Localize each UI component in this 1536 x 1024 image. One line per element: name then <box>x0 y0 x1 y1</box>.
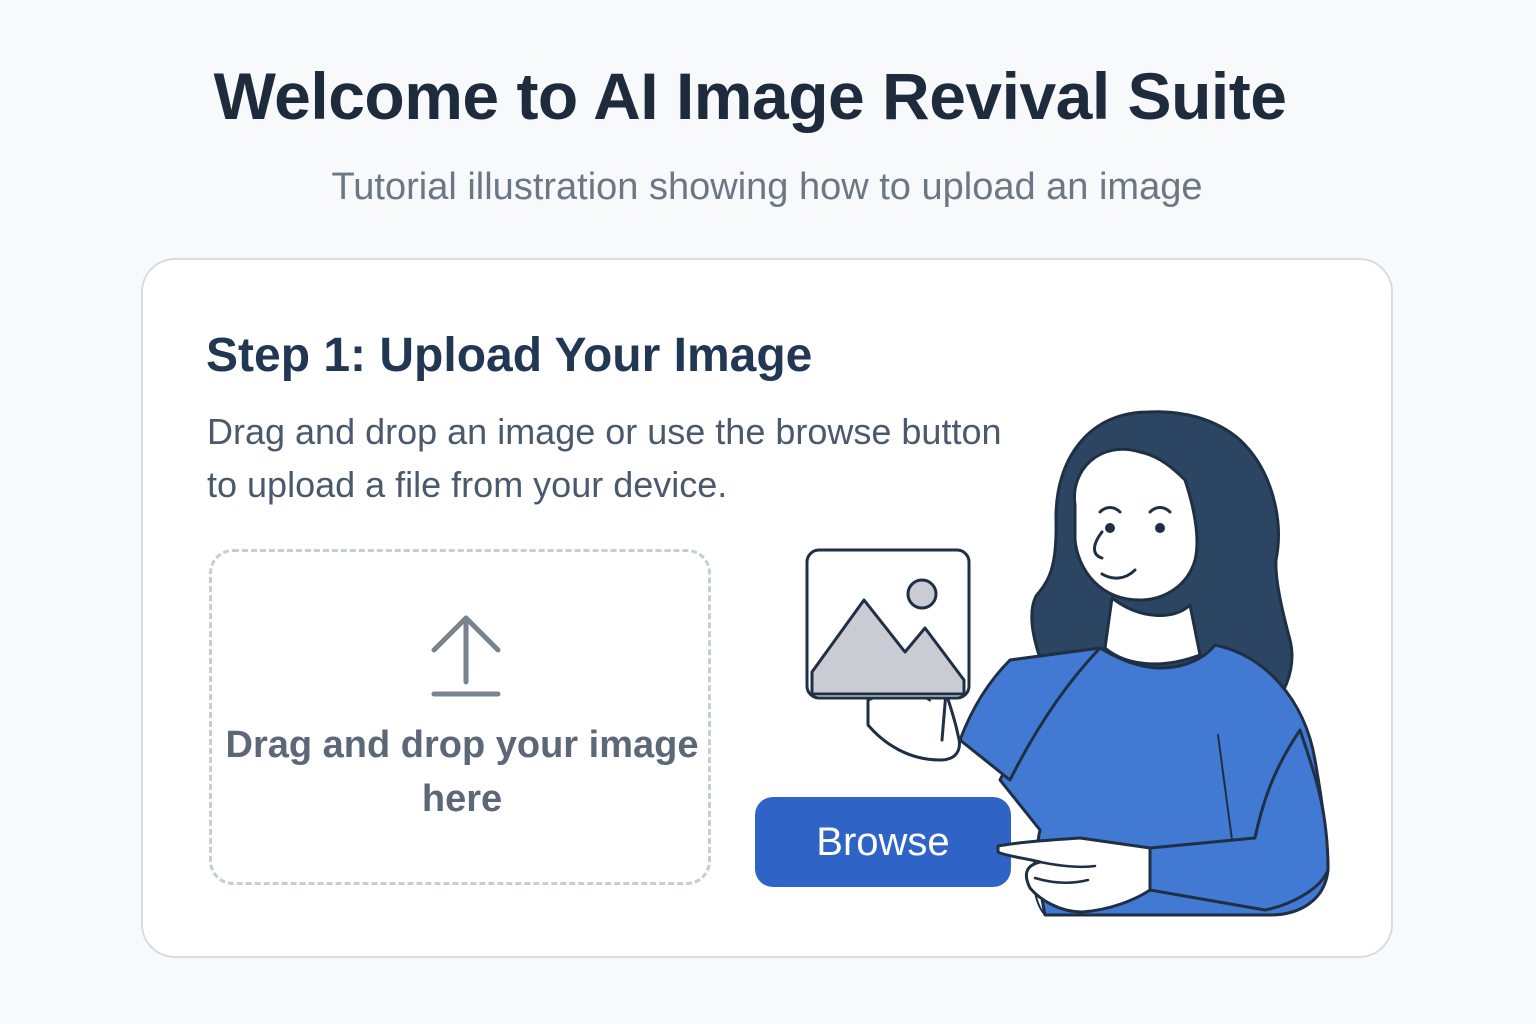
page-title: Welcome to AI Image Revival Suite <box>213 59 1287 133</box>
image-dropzone[interactable]: Drag and drop your image here <box>209 549 711 885</box>
step-title: Step 1: Upload Your Image <box>206 329 813 382</box>
step-description: Drag and drop an image or use the browse… <box>207 411 1002 505</box>
upload-arrow-icon <box>431 615 501 697</box>
page-subtitle: Tutorial illustration showing how to upl… <box>331 166 1203 208</box>
dropzone-text: Drag and drop your image here <box>225 724 699 820</box>
browse-button[interactable]: Browse <box>755 797 1011 887</box>
